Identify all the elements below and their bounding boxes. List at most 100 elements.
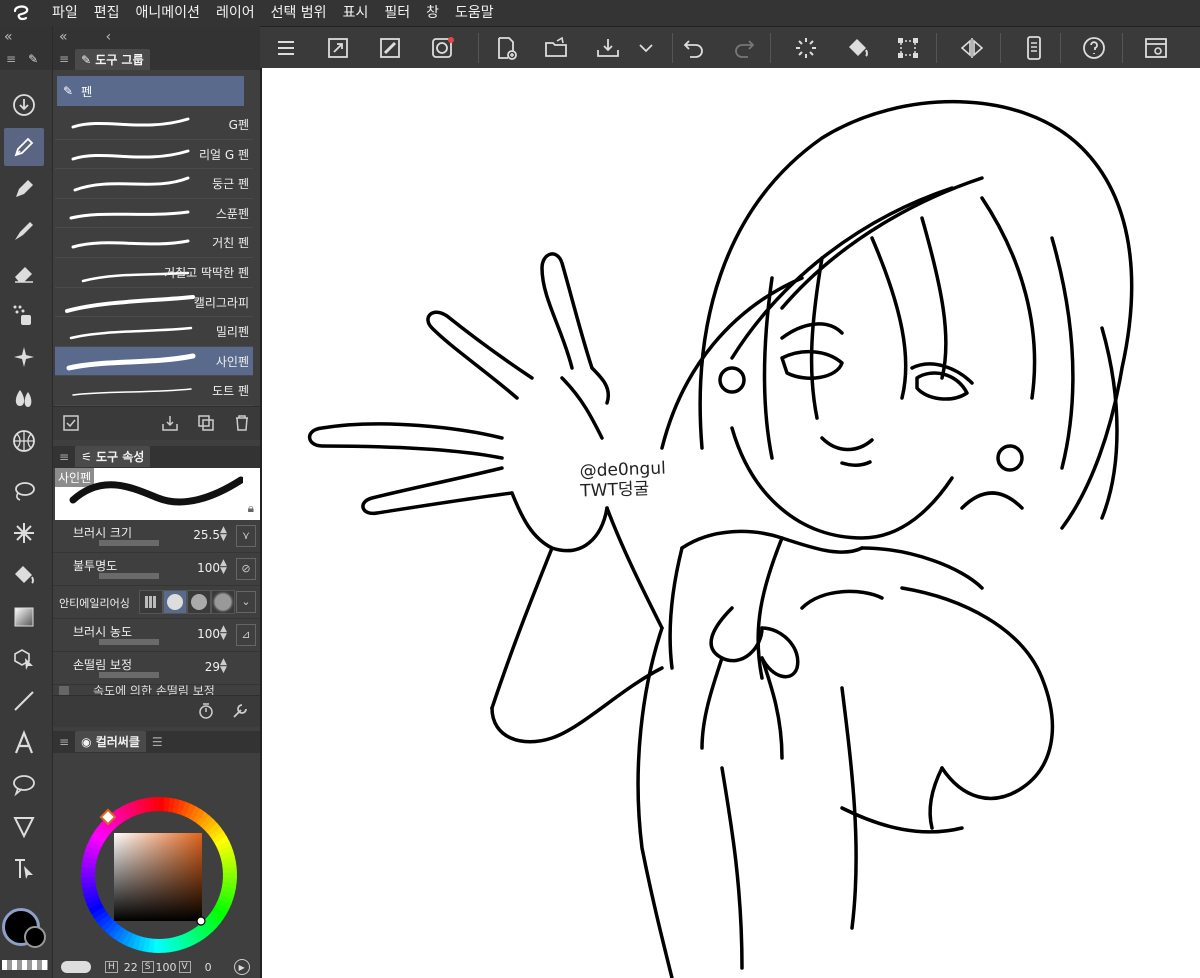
- brush-item[interactable]: G펜: [55, 110, 253, 140]
- color-slider-tab-icon[interactable]: ☰: [152, 735, 163, 749]
- antialias-strong-icon[interactable]: [211, 589, 235, 614]
- fullscreen-icon[interactable]: [322, 33, 354, 63]
- menu-help[interactable]: 도움말: [447, 0, 502, 26]
- speed-stabilization-checkbox[interactable]: [59, 685, 69, 695]
- brush-item[interactable]: 리얼 G 펜: [55, 140, 253, 170]
- brush-size-row[interactable]: 브러시 크기 25.5 ▲ ▼ ⋎: [53, 520, 260, 553]
- text-tool-icon[interactable]: [4, 724, 44, 762]
- brush-item[interactable]: 도트 펜: [55, 376, 253, 406]
- stabilization-slider[interactable]: [99, 671, 159, 678]
- tool-palette-tab[interactable]: ≡ ✎: [0, 48, 52, 70]
- brush-tool-icon[interactable]: [4, 212, 44, 250]
- duplicate-tool-icon[interactable]: [196, 413, 216, 433]
- flip-horizontal-icon[interactable]: [956, 33, 988, 63]
- color-picker-handle[interactable]: [196, 916, 206, 926]
- density-pressure-icon[interactable]: ⊿: [236, 623, 256, 646]
- clear-selection-icon[interactable]: [790, 33, 822, 63]
- correct-line-icon[interactable]: [4, 850, 44, 888]
- brush-item[interactable]: 사인펜: [55, 346, 253, 377]
- auto-select-icon[interactable]: [4, 514, 44, 552]
- smart-brush-icon[interactable]: [374, 33, 406, 63]
- stabilization-row[interactable]: 손떨림 보정 29 ▲ ▼: [53, 652, 260, 685]
- panel-menu-icon[interactable]: ≡: [59, 735, 69, 749]
- reset-icon[interactable]: [196, 701, 216, 721]
- menu-animation[interactable]: 애니메이션: [128, 0, 208, 26]
- drawing-canvas[interactable]: @de0ngul TWT덩굴: [260, 68, 1200, 978]
- sub-tool-settings-icon[interactable]: [61, 413, 81, 433]
- brush-density-slider[interactable]: [99, 638, 159, 645]
- brush-item[interactable]: 밀리펜: [55, 317, 253, 347]
- companion-mode-icon[interactable]: [426, 33, 458, 63]
- tool-group-title[interactable]: ✎ 도구 그룹: [75, 48, 150, 70]
- panel-menu-icon[interactable]: ≡: [59, 52, 69, 66]
- brush-density-row[interactable]: 브러시 농도 100 ▲ ▼ ⊿: [53, 619, 260, 652]
- hamburger-menu-icon[interactable]: [270, 33, 302, 63]
- antialias-medium-icon[interactable]: [187, 589, 211, 614]
- brush-item[interactable]: 둥근 펜: [55, 169, 253, 199]
- airbrush-tool-icon[interactable]: [4, 296, 44, 334]
- spin-icon[interactable]: ▲ ▼: [220, 558, 230, 575]
- operation-tool-icon[interactable]: [4, 86, 44, 124]
- menu-window[interactable]: 창: [418, 0, 447, 26]
- redo-icon[interactable]: [728, 33, 760, 63]
- main-sub-color-swatch[interactable]: [0, 898, 52, 978]
- save-icon[interactable]: [592, 33, 624, 63]
- pencil-tool-icon[interactable]: [4, 170, 44, 208]
- import-tool-icon[interactable]: [160, 413, 180, 433]
- opacity-toggle-icon[interactable]: ⊘: [236, 557, 256, 580]
- app-logo-icon[interactable]: [0, 0, 44, 26]
- transparent-color-swatch[interactable]: [2, 960, 48, 970]
- spin-icon[interactable]: ▲ ▼: [220, 624, 230, 641]
- spin-icon[interactable]: ▲ ▼: [220, 657, 230, 674]
- wrench-icon[interactable]: [230, 701, 250, 721]
- collapse-left-icon[interactable]: ‹: [106, 29, 112, 45]
- collapse-double-left-icon[interactable]: «: [59, 29, 68, 45]
- lock-icon[interactable]: 🔒︎: [248, 501, 254, 516]
- fill-bucket-icon[interactable]: [842, 33, 874, 63]
- brush-item[interactable]: 거칠고 딱딱한 펜: [55, 258, 253, 288]
- open-folder-icon[interactable]: [540, 33, 572, 63]
- collapse-left-icon[interactable]: «: [0, 26, 52, 48]
- menu-layer[interactable]: 레이어: [208, 0, 263, 26]
- pen-tool-icon[interactable]: [4, 128, 44, 166]
- perspective-ruler-icon[interactable]: [4, 422, 44, 460]
- brush-item[interactable]: 캘리그라피: [55, 288, 253, 318]
- spin-icon[interactable]: ▲ ▼: [220, 525, 230, 542]
- brush-item[interactable]: 거친 펜: [55, 228, 253, 258]
- brush-size-slider[interactable]: [99, 539, 159, 546]
- smartphone-icon[interactable]: [1018, 33, 1050, 63]
- sub-color-swatch[interactable]: [24, 926, 46, 948]
- blend-tool-icon[interactable]: [4, 380, 44, 418]
- menu-edit[interactable]: 편집: [86, 0, 128, 26]
- fill-tool-icon[interactable]: [4, 556, 44, 594]
- tool-property-title[interactable]: ⚟ 도구 속성: [75, 446, 151, 468]
- menu-view[interactable]: 표시: [335, 0, 377, 26]
- brush-size-value[interactable]: 25.5: [193, 528, 220, 542]
- opacity-value[interactable]: 100: [197, 561, 220, 575]
- opacity-row[interactable]: 불투명도 100 ▲ ▼ ⊘: [53, 553, 260, 586]
- help-icon[interactable]: [1078, 33, 1110, 63]
- lasso-select-icon[interactable]: [4, 472, 44, 510]
- trash-icon[interactable]: [232, 413, 252, 433]
- sub-tool-group-pen[interactable]: ✎ 펜: [57, 76, 244, 106]
- antialias-none-icon[interactable]: [139, 589, 163, 614]
- chevron-down-icon[interactable]: ⌄: [236, 590, 256, 613]
- balloon-tool-icon[interactable]: [4, 766, 44, 804]
- eraser-tool-icon[interactable]: [4, 254, 44, 292]
- new-canvas-icon[interactable]: [490, 33, 522, 63]
- panel-menu-icon[interactable]: ≡: [59, 450, 69, 464]
- undo-icon[interactable]: [678, 33, 710, 63]
- brush-item[interactable]: 스푼펜: [55, 199, 253, 229]
- menu-selection[interactable]: 선택 범위: [263, 0, 335, 26]
- brush-density-value[interactable]: 100: [197, 627, 220, 641]
- stabilization-value[interactable]: 29: [205, 660, 220, 674]
- menu-filter[interactable]: 필터: [376, 0, 418, 26]
- color-wheel[interactable]: [79, 795, 239, 955]
- opacity-slider[interactable]: [99, 572, 159, 579]
- frame-border-icon[interactable]: [4, 808, 44, 846]
- antialias-weak-icon[interactable]: [163, 589, 187, 614]
- chevron-down-icon[interactable]: [630, 33, 662, 63]
- menu-file[interactable]: 파일: [44, 0, 86, 26]
- speed-stabilization-row[interactable]: 속도에 의한 손떨림 보정: [53, 685, 260, 695]
- gradient-tool-icon[interactable]: [4, 598, 44, 636]
